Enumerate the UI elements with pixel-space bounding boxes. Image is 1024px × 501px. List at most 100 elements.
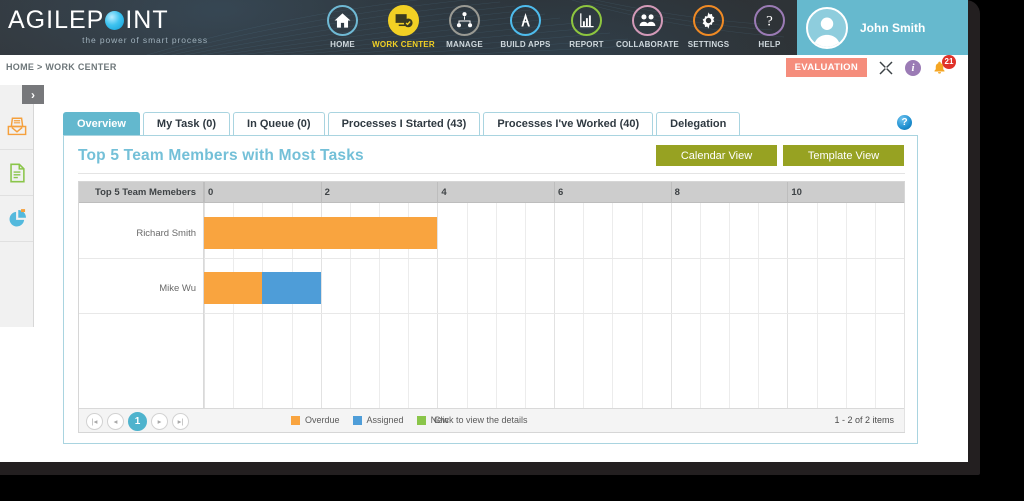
overview-panel: Top 5 Team Members with Most Tasks Calen…: [63, 136, 918, 444]
gridline: [495, 203, 497, 432]
sidebar-item-inbox[interactable]: [0, 104, 33, 150]
bar-segment-overdue[interactable]: [204, 272, 263, 304]
nav-label-settings: SETTINGS: [687, 40, 730, 49]
svg-text:?: ?: [766, 14, 773, 30]
gridline: [524, 203, 526, 432]
pie-chart-icon: [9, 208, 26, 226]
gridline: [845, 203, 847, 432]
row-separator: [204, 313, 904, 314]
tab-processes-ive-worked[interactable]: Processes I've Worked (40): [483, 112, 654, 135]
page-body: › Overview My Task (0) In Queue (0) Proc…: [0, 85, 968, 462]
user-menu[interactable]: John Smith: [797, 0, 968, 55]
nav-item-work-center[interactable]: WORK CENTER: [372, 2, 435, 49]
nav-label-build-apps: BUILD APPS: [500, 40, 551, 49]
row-separator: [79, 313, 203, 314]
legend-swatch-assigned: [352, 415, 362, 425]
first-page-button[interactable]: |◂: [86, 413, 103, 430]
x-axis-tick-10: 10: [787, 182, 904, 203]
x-axis-tick-0: 0: [204, 182, 321, 203]
calendar-view-button[interactable]: Calendar View: [656, 145, 777, 166]
compass-icon: [510, 5, 541, 36]
tab-my-task[interactable]: My Task (0): [142, 112, 231, 135]
tab-processes-i-started[interactable]: Processes I Started (43): [327, 112, 481, 135]
browser-viewport: AGILEP INT the power of smart process HOM…: [0, 0, 968, 462]
gear-icon: [693, 5, 724, 36]
nav-label-report: REPORT: [569, 40, 604, 49]
agilepoint-logo[interactable]: AGILEP INT the power of smart process: [8, 6, 238, 50]
team-tasks-chart: Top 5 Team Memebers 0 2 4 6 8 10 Richard Smit…: [78, 181, 905, 433]
gridline: [554, 203, 555, 432]
nav-label-manage: MANAGE: [446, 40, 483, 49]
nav-label-collaborate: COLLABORATE: [616, 40, 679, 49]
x-axis-tick-2: 2: [320, 182, 438, 203]
org-chart-icon: [449, 5, 480, 36]
bar-segment-overdue[interactable]: [204, 217, 438, 249]
legend-swatch-overdue: [291, 415, 300, 425]
question-icon: ?: [754, 5, 785, 36]
nav-item-report[interactable]: REPORT: [556, 2, 617, 49]
expand-icon[interactable]: [878, 60, 894, 76]
monitor-check-icon: [388, 5, 419, 36]
device-mockup-frame: AGILEP INT the power of smart process HOM…: [0, 0, 1024, 501]
item-range: 1 - 2 of 2 items: [834, 415, 894, 425]
row-separator: [79, 258, 203, 259]
gridline: [816, 203, 818, 432]
device-bezel: AGILEP INT the power of smart process HOM…: [0, 0, 980, 475]
chart-footer: |◂ ◂ 1 ▸ ▸| Overdue Assigned New Click to …: [79, 408, 904, 432]
page-1-button[interactable]: 1: [128, 412, 147, 431]
people-icon: [632, 5, 663, 36]
nav-label-help: HELP: [758, 40, 781, 49]
logo-text-b: INT: [125, 6, 169, 34]
sidebar-item-documents[interactable]: [0, 150, 33, 196]
gridline: [904, 203, 905, 432]
logo-text-a: AGILEP: [8, 6, 105, 34]
app-header: AGILEP INT the power of smart process HOM…: [0, 0, 968, 55]
last-page-button[interactable]: ▸|: [172, 413, 189, 430]
legend-swatch-new: [416, 415, 426, 425]
breadcrumb[interactable]: HOME > WORK CENTER: [6, 62, 117, 72]
next-page-button[interactable]: ▸: [151, 413, 168, 430]
chart-axis-header: Top 5 Team Memebers 0 2 4 6 8 10: [79, 182, 904, 203]
gridline: [874, 203, 876, 432]
sidebar-toggle-button[interactable]: ›: [22, 85, 44, 104]
nav-item-settings[interactable]: SETTINGS: [678, 2, 739, 49]
main-navigation: HOME WORK CENTER MANAGE BUILD APPS REPOR…: [312, 2, 800, 54]
tab-bar: Overview My Task (0) In Queue (0) Proces…: [63, 112, 918, 136]
help-icon[interactable]: ?: [897, 115, 912, 130]
notifications-button[interactable]: 21: [932, 54, 956, 77]
info-icon[interactable]: i: [905, 59, 921, 76]
avatar: [806, 6, 848, 49]
nav-item-build-apps[interactable]: BUILD APPS: [495, 2, 556, 49]
template-view-button[interactable]: Template View: [783, 145, 904, 166]
bar-chart-icon: [571, 5, 602, 36]
nav-item-help[interactable]: ? HELP: [739, 2, 800, 49]
gridline: [729, 203, 730, 432]
category-label: Mike Wu: [159, 283, 196, 294]
document-icon: [9, 163, 25, 182]
gridline: [612, 203, 614, 432]
x-axis-tick-8: 8: [670, 182, 788, 203]
nav-item-home[interactable]: HOME: [312, 2, 373, 49]
nav-label-home: HOME: [330, 40, 355, 49]
header-tools: EVALUATION i 21: [785, 54, 956, 77]
inbox-tray-icon: [7, 117, 26, 135]
legend-label-assigned[interactable]: Assigned: [367, 415, 404, 425]
chart-row-header: Top 5 Team Memebers: [79, 182, 204, 203]
tab-overview[interactable]: Overview: [63, 112, 140, 135]
nav-label-work-center: WORK CENTER: [372, 40, 435, 49]
logo-wordmark: AGILEP INT: [8, 6, 238, 34]
tab-delegation[interactable]: Delegation: [656, 112, 741, 135]
gridline: [583, 203, 585, 432]
tab-in-queue[interactable]: In Queue (0): [233, 112, 325, 135]
row-separator: [204, 258, 904, 259]
legend-label-overdue[interactable]: Overdue: [305, 415, 340, 425]
bar-segment-assigned[interactable]: [262, 272, 321, 304]
chart-legend: Overdue Assigned New: [291, 415, 457, 425]
nav-item-manage[interactable]: MANAGE: [434, 2, 495, 49]
gridline: [466, 203, 468, 432]
prev-page-button[interactable]: ◂: [107, 413, 124, 430]
page-title: Top 5 Team Members with Most Tasks: [78, 147, 364, 164]
sidebar-item-reports[interactable]: [0, 196, 33, 242]
nav-item-collaborate[interactable]: COLLABORATE: [616, 2, 679, 49]
